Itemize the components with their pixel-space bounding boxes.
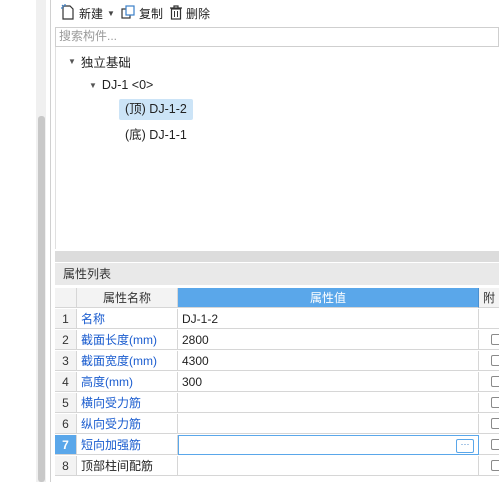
header-name[interactable]: 属性名称 — [77, 288, 178, 308]
header-attach[interactable]: 附 — [479, 288, 499, 308]
panel-divider — [50, 0, 51, 482]
header-index — [55, 288, 77, 308]
delete-button[interactable]: 删除 — [169, 3, 210, 25]
component-tree: ▼ 独立基础 ▼ DJ-1 <0> (顶) DJ-1-2 (底) DJ-1-1 — [55, 47, 498, 249]
row-value[interactable] — [178, 456, 479, 476]
table-row[interactable]: 1 名称 DJ-1-2 — [55, 309, 499, 330]
copy-icon — [121, 4, 136, 23]
row-index: 7 — [55, 435, 77, 455]
chevron-down-icon[interactable]: ▼ — [107, 9, 115, 18]
expand-triangle-icon[interactable]: ▼ — [89, 81, 97, 90]
tree-node-root[interactable]: ▼ 独立基础 — [68, 50, 131, 72]
tree-node-bottom-label: (底) DJ-1-1 — [125, 127, 187, 142]
row-index: 1 — [55, 309, 77, 329]
row-index: 8 — [55, 456, 77, 476]
ellipsis-button[interactable]: ··· — [456, 439, 474, 453]
tree-node-top-label: (顶) DJ-1-2 — [119, 98, 193, 120]
new-button-label: 新建 — [79, 7, 104, 21]
row-value[interactable]: 4300 — [178, 351, 479, 371]
expand-triangle-icon[interactable]: ▼ — [68, 57, 76, 66]
copy-button-label: 复制 — [138, 7, 163, 21]
new-button[interactable]: 新建 ▼ — [61, 3, 115, 25]
attach-checkbox[interactable] — [491, 460, 499, 471]
row-index: 5 — [55, 393, 77, 413]
row-name: 短向加强筋 — [77, 435, 178, 455]
attach-checkbox[interactable] — [491, 355, 499, 366]
row-value[interactable]: 300 — [178, 372, 479, 392]
row-value-editor[interactable]: ··· — [178, 435, 479, 455]
table-row[interactable]: 2 截面长度(mm) 2800 — [55, 330, 499, 351]
tree-node-root-label: 独立基础 — [80, 55, 131, 70]
row-name: 截面长度(mm) — [77, 330, 178, 350]
tree-node-bottom[interactable]: (底) DJ-1-1 — [125, 122, 187, 144]
table-row[interactable]: 6 纵向受力筋 — [55, 414, 499, 435]
properties-title: 属性列表 — [63, 267, 112, 281]
row-index: 4 — [55, 372, 77, 392]
properties-title-bar: 属性列表 — [55, 263, 499, 285]
table-row-active[interactable]: 7 短向加强筋 ··· — [55, 435, 499, 456]
table-row[interactable]: 5 横向受力筋 — [55, 393, 499, 414]
attach-checkbox[interactable] — [491, 439, 499, 450]
attach-checkbox[interactable] — [491, 376, 499, 387]
row-name: 顶部柱间配筋 — [77, 456, 178, 476]
new-file-icon — [61, 4, 76, 23]
row-name: 名称 — [77, 309, 178, 329]
search-field[interactable] — [55, 27, 499, 47]
table-row[interactable]: 4 高度(mm) 300 — [55, 372, 499, 393]
row-name: 截面宽度(mm) — [77, 351, 178, 371]
attach-checkbox[interactable] — [491, 334, 499, 345]
table-row[interactable]: 3 截面宽度(mm) 4300 — [55, 351, 499, 372]
attach-checkbox[interactable] — [491, 397, 499, 408]
row-index: 2 — [55, 330, 77, 350]
trash-icon — [169, 4, 183, 23]
attach-checkbox[interactable] — [491, 418, 499, 429]
row-value[interactable] — [178, 414, 479, 434]
row-index: 6 — [55, 414, 77, 434]
row-value[interactable]: 2800 — [178, 330, 479, 350]
row-name: 高度(mm) — [77, 372, 178, 392]
row-value[interactable] — [178, 393, 479, 413]
tree-node-group-label: DJ-1 <0> — [101, 78, 154, 92]
table-row[interactable]: 8 顶部柱间配筋 — [55, 456, 499, 477]
copy-button[interactable]: 复制 — [121, 3, 163, 25]
scrollbar-thumb[interactable] — [38, 116, 45, 482]
row-name: 横向受力筋 — [77, 393, 178, 413]
grid-header-row: 属性名称 属性值 附 — [55, 288, 499, 309]
row-value[interactable]: DJ-1-2 — [178, 309, 479, 329]
row-attach — [479, 309, 499, 329]
row-index: 3 — [55, 351, 77, 371]
tree-node-top[interactable]: (顶) DJ-1-2 — [119, 98, 193, 120]
delete-button-label: 删除 — [185, 7, 210, 21]
panel-splitter[interactable] — [55, 251, 499, 262]
component-panel: 新建 ▼ 复制 删除 ▼ 独立基础 ▼ DJ-1 <0> (顶) DJ- — [55, 0, 499, 482]
toolbar: 新建 ▼ 复制 删除 — [55, 0, 499, 27]
tree-node-group[interactable]: ▼ DJ-1 <0> — [89, 74, 153, 96]
header-value[interactable]: 属性值 — [178, 288, 479, 308]
search-input[interactable] — [56, 28, 492, 44]
row-name: 纵向受力筋 — [77, 414, 178, 434]
